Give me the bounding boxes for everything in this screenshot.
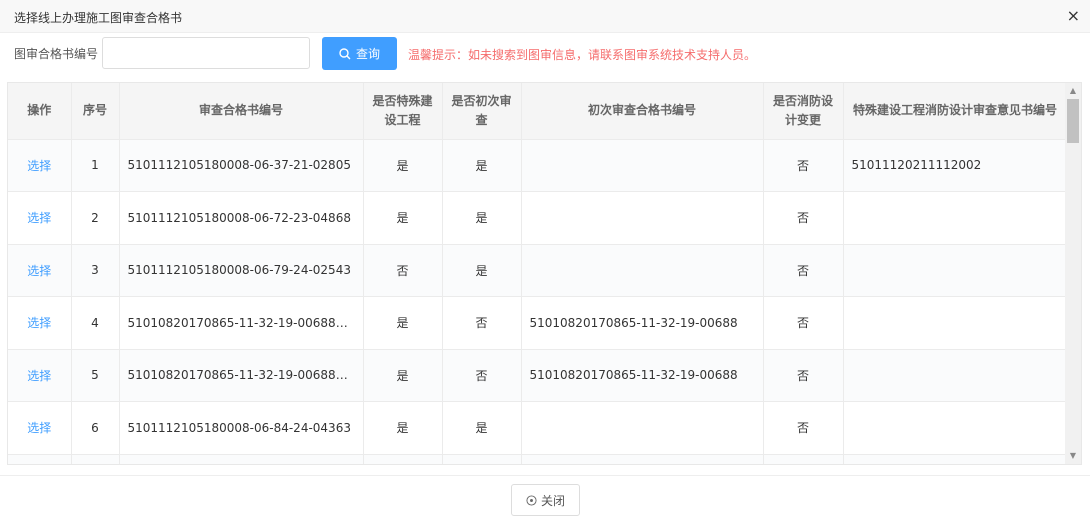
column-header: 操作 — [8, 83, 72, 140]
cell-first: 是 — [442, 191, 522, 245]
cell-no: 2 — [71, 191, 120, 245]
cell-no: 5 — [71, 349, 120, 402]
table-row: 选择 1 5101112105180008-06-37-21-02805 是是否 510… — [8, 139, 1068, 192]
cell-change: 否 — [763, 401, 844, 455]
scroll-down-icon[interactable]: ▼ — [1065, 448, 1081, 464]
cell-action: 选择 — [8, 296, 72, 350]
cell-first: 否 — [442, 349, 522, 402]
select-link[interactable]: 选择 — [27, 211, 51, 225]
cell-opinion — [843, 349, 1068, 402]
table-row — [8, 454, 1068, 464]
results-table: 操作 序号 审查合格书编号 是否特殊建设工程 是否初次审查 初次审查合格书编号 是否消防设计… — [7, 82, 1082, 465]
cell-first: 是 — [442, 401, 522, 455]
select-link[interactable]: 选择 — [27, 264, 51, 278]
cell-special: 是 — [363, 401, 443, 455]
close-label: 关闭 — [540, 493, 565, 508]
cell-opinion — [843, 296, 1068, 350]
cell-empty — [521, 454, 764, 464]
cell-empty — [71, 454, 120, 464]
close-button[interactable]: 关闭 — [511, 484, 580, 516]
close-circle-icon — [526, 494, 537, 506]
hint-text: 温馨提示：如未搜索到图审信息，请联系图审系统技术支持人员。 — [408, 48, 757, 62]
cell-empty — [843, 454, 1068, 464]
cell-first: 是 — [442, 139, 522, 192]
cell-empty — [763, 454, 844, 464]
scroll-up-icon[interactable]: ▲ — [1065, 83, 1081, 99]
cell-first: 是 — [442, 244, 522, 297]
cell-first_cert: 51010820170865-11-32-19-00688 — [521, 296, 764, 350]
cell-change: 否 — [763, 191, 844, 245]
cell-empty — [363, 454, 443, 464]
cell-opinion — [843, 191, 1068, 245]
table-row: 选择 5 51010820170865-11-32-19-00688ZDBG... 是… — [8, 349, 1068, 402]
cell-first_cert — [521, 401, 764, 455]
scrollbar-thumb[interactable] — [1067, 99, 1079, 143]
cell-first_cert — [521, 191, 764, 245]
cell-special: 是 — [363, 296, 443, 350]
cell-change: 否 — [763, 244, 844, 297]
dialog-header: 选择线上办理施工图审查合格书 × — [0, 0, 1090, 33]
cell-action: 选择 — [8, 401, 72, 455]
cell-empty — [442, 454, 522, 464]
cell-first_cert — [521, 244, 764, 297]
cell-cert: 51010820170865-11-32-19-00688ZDBG... — [119, 349, 364, 402]
column-header: 审查合格书编号 — [119, 83, 364, 140]
query-button[interactable]: 查询 — [322, 37, 397, 70]
cell-special: 是 — [363, 191, 443, 245]
table-row: 选择 2 5101112105180008-06-72-23-04868 是是否 — [8, 191, 1068, 245]
cell-cert: 5101112105180008-06-37-21-02805 — [119, 139, 364, 192]
close-icon[interactable]: × — [1067, 6, 1080, 25]
column-header: 是否特殊建设工程 — [363, 83, 443, 140]
table-row: 选择 3 5101112105180008-06-79-24-02543 否是否 — [8, 244, 1068, 297]
cell-first_cert — [521, 139, 764, 192]
cell-action: 选择 — [8, 349, 72, 402]
cell-special: 是 — [363, 139, 443, 192]
column-header: 初次审查合格书编号 — [521, 83, 764, 140]
column-header: 特殊建设工程消防设计审查意见书编号 — [843, 83, 1068, 140]
cell-empty — [8, 454, 72, 464]
select-link[interactable]: 选择 — [27, 369, 51, 383]
column-header: 是否初次审查 — [442, 83, 522, 140]
cell-change: 否 — [763, 349, 844, 402]
footer-divider — [0, 475, 1090, 476]
cell-change: 否 — [763, 296, 844, 350]
cell-action: 选择 — [8, 244, 72, 297]
cell-cert: 5101112105180008-06-79-24-02543 — [119, 244, 364, 297]
cell-action: 选择 — [8, 139, 72, 192]
column-header: 是否消防设计变更 — [763, 83, 844, 140]
cell-no: 6 — [71, 401, 120, 455]
column-header: 序号 — [71, 83, 120, 140]
cell-first: 否 — [442, 296, 522, 350]
cell-cert: 5101112105180008-06-72-23-04868 — [119, 191, 364, 245]
cell-no: 3 — [71, 244, 120, 297]
cell-empty — [119, 454, 364, 464]
select-link[interactable]: 选择 — [27, 421, 51, 435]
cell-no: 1 — [71, 139, 120, 192]
cert-number-input[interactable] — [102, 37, 310, 69]
dialog-title: 选择线上办理施工图审查合格书 — [14, 11, 183, 25]
table-row: 选择 6 5101112105180008-06-84-24-04363 是是否 — [8, 401, 1068, 455]
cell-special: 是 — [363, 349, 443, 402]
select-link[interactable]: 选择 — [27, 316, 51, 330]
cert-number-label: 图审合格书编号 — [14, 47, 99, 61]
cell-opinion — [843, 401, 1068, 455]
cell-first_cert: 51010820170865-11-32-19-00688 — [521, 349, 764, 402]
search-icon — [339, 47, 351, 59]
cell-opinion — [843, 244, 1068, 297]
vertical-scrollbar[interactable]: ▲ ▼ — [1065, 83, 1081, 464]
query-label: 查询 — [355, 47, 380, 61]
cell-cert: 51010820170865-11-32-19-00688ZDBG... — [119, 296, 364, 350]
select-link[interactable]: 选择 — [27, 159, 51, 173]
cell-cert: 5101112105180008-06-84-24-04363 — [119, 401, 364, 455]
cell-special: 否 — [363, 244, 443, 297]
cell-opinion: 51011120211112002 — [843, 139, 1068, 192]
cell-no: 4 — [71, 296, 120, 350]
table-row: 选择 4 51010820170865-11-32-19-00688ZDBG... 是… — [8, 296, 1068, 350]
cell-action: 选择 — [8, 191, 72, 245]
cell-change: 否 — [763, 139, 844, 192]
